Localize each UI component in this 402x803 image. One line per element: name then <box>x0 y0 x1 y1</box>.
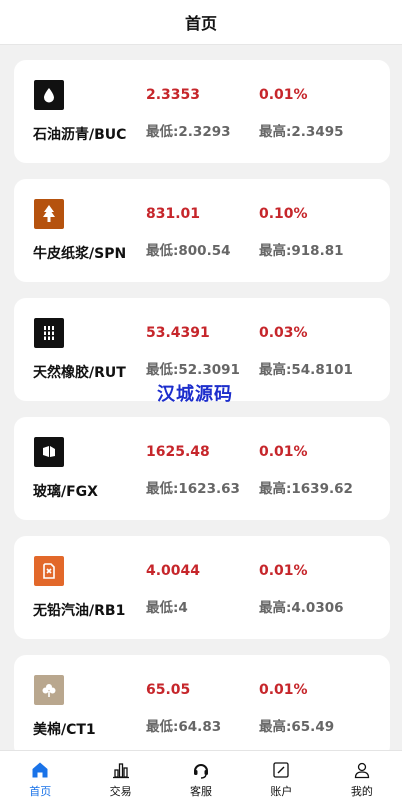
tab-label: 客服 <box>190 785 213 798</box>
page-title: 首页 <box>184 14 217 33</box>
commodity-card[interactable]: 玻璃/FGX 1625.48 0.01% 最低:1623.63 最高:1639.… <box>14 417 390 520</box>
home-icon <box>32 762 48 778</box>
fuel-can-icon <box>34 556 64 586</box>
headset-icon <box>194 764 209 779</box>
commodity-card[interactable]: 牛皮纸浆/SPN 831.01 0.10% 最低:800.54 最高:918.8… <box>14 179 390 282</box>
rubber-icon <box>34 318 64 348</box>
watermark-text: 汉城源码 <box>157 384 233 405</box>
commodity-low: 最低:52.3091 <box>146 362 240 378</box>
edit-box-icon <box>273 762 290 778</box>
chart-bars-icon <box>112 763 129 779</box>
commodity-price: 53.4391 <box>146 325 210 341</box>
tab-trade[interactable]: 交易 <box>80 751 160 803</box>
commodity-change: 0.01% <box>259 682 308 698</box>
commodity-price: 831.01 <box>146 206 201 222</box>
tree-icon <box>34 199 64 229</box>
commodity-change: 0.03% <box>259 325 308 341</box>
commodity-high: 最高:54.8101 <box>259 362 353 378</box>
commodity-name: 天然橡胶/RUT <box>33 365 126 381</box>
commodity-low: 最低:4 <box>146 600 188 616</box>
commodity-price: 1625.48 <box>146 444 210 460</box>
commodity-high: 最高:4.0306 <box>259 600 344 616</box>
tab-home[interactable]: 首页 <box>0 751 80 803</box>
commodity-low: 最低:800.54 <box>146 243 231 259</box>
commodity-low: 最低:64.83 <box>146 719 222 735</box>
commodity-name: 无铅汽油/RB1 <box>33 603 126 619</box>
commodity-card[interactable]: 石油沥青/BUC 2.3353 0.01% 最低:2.3293 最高:2.349… <box>14 60 390 163</box>
user-icon <box>354 762 369 779</box>
commodity-card[interactable]: 无铅汽油/RB1 4.0044 0.01% 最低:4 最高:4.0306 <box>14 536 390 639</box>
commodity-high: 最高:2.3495 <box>259 124 344 140</box>
glass-icon <box>34 437 64 467</box>
tab-profile[interactable]: 我的 <box>322 751 402 803</box>
tab-label: 账户 <box>270 785 293 798</box>
commodity-name: 美棉/CT1 <box>33 722 96 738</box>
commodity-price: 2.3353 <box>146 87 201 103</box>
tab-label: 首页 <box>29 785 52 798</box>
top-header: 首页 <box>0 0 402 45</box>
commodity-name: 牛皮纸浆/SPN <box>33 246 127 262</box>
tab-support[interactable]: 客服 <box>161 751 241 803</box>
tab-label: 我的 <box>350 785 373 798</box>
commodity-high: 最高:1639.62 <box>259 481 353 497</box>
commodity-change: 0.01% <box>259 87 308 103</box>
commodity-name: 玻璃/FGX <box>33 484 98 500</box>
bottom-tab-bar: 首页 交易 客服 账户 我的 <box>0 750 402 803</box>
commodity-change: 0.10% <box>259 206 308 222</box>
commodity-price: 4.0044 <box>146 563 201 579</box>
commodity-high: 最高:65.49 <box>259 719 335 735</box>
commodity-card[interactable]: 美棉/CT1 65.05 0.01% 最低:64.83 最高:65.49 <box>14 655 390 758</box>
commodity-change: 0.01% <box>259 444 308 460</box>
commodity-high: 最高:918.81 <box>259 243 344 259</box>
commodity-price: 65.05 <box>146 682 191 698</box>
commodity-low: 最低:2.3293 <box>146 124 231 140</box>
drop-icon <box>34 80 64 110</box>
commodity-name: 石油沥青/BUC <box>33 127 127 143</box>
tab-label: 交易 <box>109 785 132 798</box>
tab-account[interactable]: 账户 <box>241 751 321 803</box>
commodity-low: 最低:1623.63 <box>146 481 240 497</box>
commodity-change: 0.01% <box>259 563 308 579</box>
cotton-icon <box>34 675 64 705</box>
